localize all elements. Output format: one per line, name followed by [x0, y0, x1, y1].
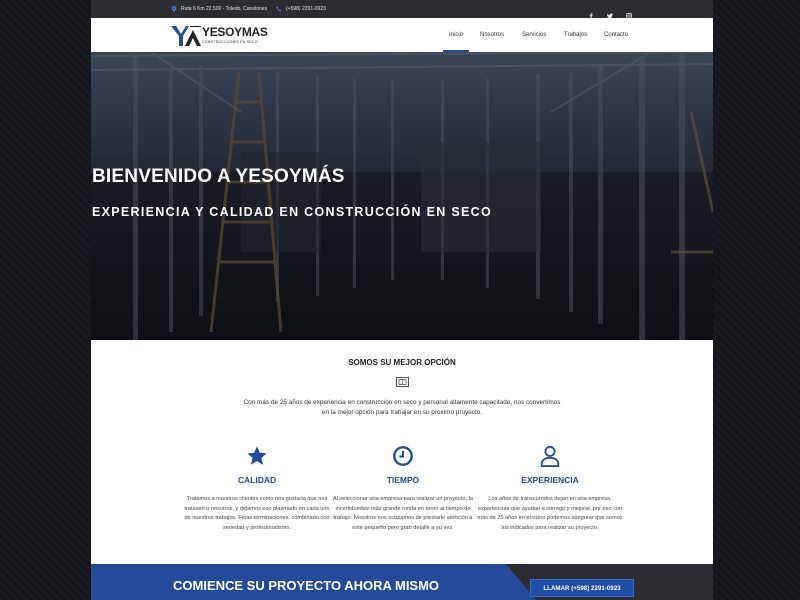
feature-text: Al seleccionar una empresa para realizar… — [333, 496, 473, 531]
top-bar: Ruta 6 Km 22.500 - Toledo, Canelones (+5… — [91, 0, 713, 20]
brand-logo[interactable]: YESOYMAS CONSTRUCCIONES EN SECO — [171, 25, 275, 47]
brand-tagline: CONSTRUCCIONES EN SECO — [202, 40, 258, 44]
nav-item-trabajos[interactable]: Trabajos — [564, 18, 587, 52]
feature-title: CALIDAD — [237, 475, 277, 485]
location-icon — [171, 6, 177, 12]
section-title: SOMOS SU MEJOR OPCIÓN — [348, 358, 456, 367]
address-info: Ruta 6 Km 22.500 - Toledo, Canelones — [171, 0, 267, 18]
feature-title: TIEMPO — [386, 475, 420, 485]
user-icon — [540, 445, 560, 467]
site-header: YESOYMAS CONSTRUCCIONES EN SECO Inicio N… — [91, 18, 713, 53]
nav-item-nosotros[interactable]: Nosotros — [480, 18, 504, 52]
logo-mark-icon — [171, 26, 201, 46]
hero-subtitle: EXPERIENCIA Y CALIDAD EN CONSTRUCCIÓN EN… — [92, 205, 492, 219]
star-icon — [247, 446, 267, 465]
website-page: Ruta 6 Km 22.500 - Toledo, Canelones (+5… — [91, 0, 713, 600]
clock-icon — [393, 446, 413, 466]
section-description: Con más de 25 años de experiencia en con… — [221, 398, 583, 418]
feature-calidad: CALIDAD Tratamos a nuestros clientes com… — [182, 445, 332, 533]
cta-title: COMIENCE SU PROYECTO AHORA MISMO — [173, 578, 440, 593]
phone-icon — [276, 6, 282, 12]
nav-item-servicios[interactable]: Servicios — [522, 18, 546, 52]
feature-experiencia: EXPERIENCIA Los años de transcurridos de… — [475, 445, 625, 533]
wall-panel-icon — [396, 377, 409, 387]
feature-text: Tratamos a nuestros clientes como nos gu… — [184, 496, 330, 531]
phone-info[interactable]: (+598) 2291-0923 — [276, 0, 326, 18]
cta-banner: COMIENCE SU PROYECTO AHORA MISMO LLAMAR … — [91, 564, 713, 600]
brand-name: YESOYMAS — [202, 25, 268, 39]
call-button[interactable]: LLAMAR (+598) 2291-0923 — [530, 579, 634, 597]
hero-title: BIENVENIDO A YESOYMÁS — [92, 166, 345, 187]
hero-overlay — [91, 52, 713, 340]
feature-title: EXPERIENCIA — [521, 475, 579, 485]
address-text: Ruta 6 Km 22.500 - Toledo, Canelones — [181, 6, 268, 12]
feature-text: Los años de transcurridos dejan en una e… — [477, 496, 623, 531]
section-description-line-1: Con más de 25 años de experiencia en con… — [243, 399, 561, 406]
nav-item-contacto[interactable]: Contacto — [604, 18, 628, 52]
hero-banner: BIENVENIDO A YESOYMÁS EXPERIENCIA Y CALI… — [91, 52, 713, 340]
nav-item-inicio[interactable]: Inicio — [442, 18, 470, 52]
feature-tiempo: TIEMPO Al seleccionar una empresa para r… — [328, 445, 478, 533]
phone-text: (+598) 2291-0923 — [286, 6, 326, 12]
facebook-icon[interactable] — [588, 6, 594, 19]
twitter-icon[interactable] — [607, 6, 613, 19]
section-description-line-2: en la mejor opción para trabajar en su p… — [321, 409, 483, 416]
social-links — [588, 0, 633, 20]
instagram-icon[interactable] — [626, 6, 633, 20]
